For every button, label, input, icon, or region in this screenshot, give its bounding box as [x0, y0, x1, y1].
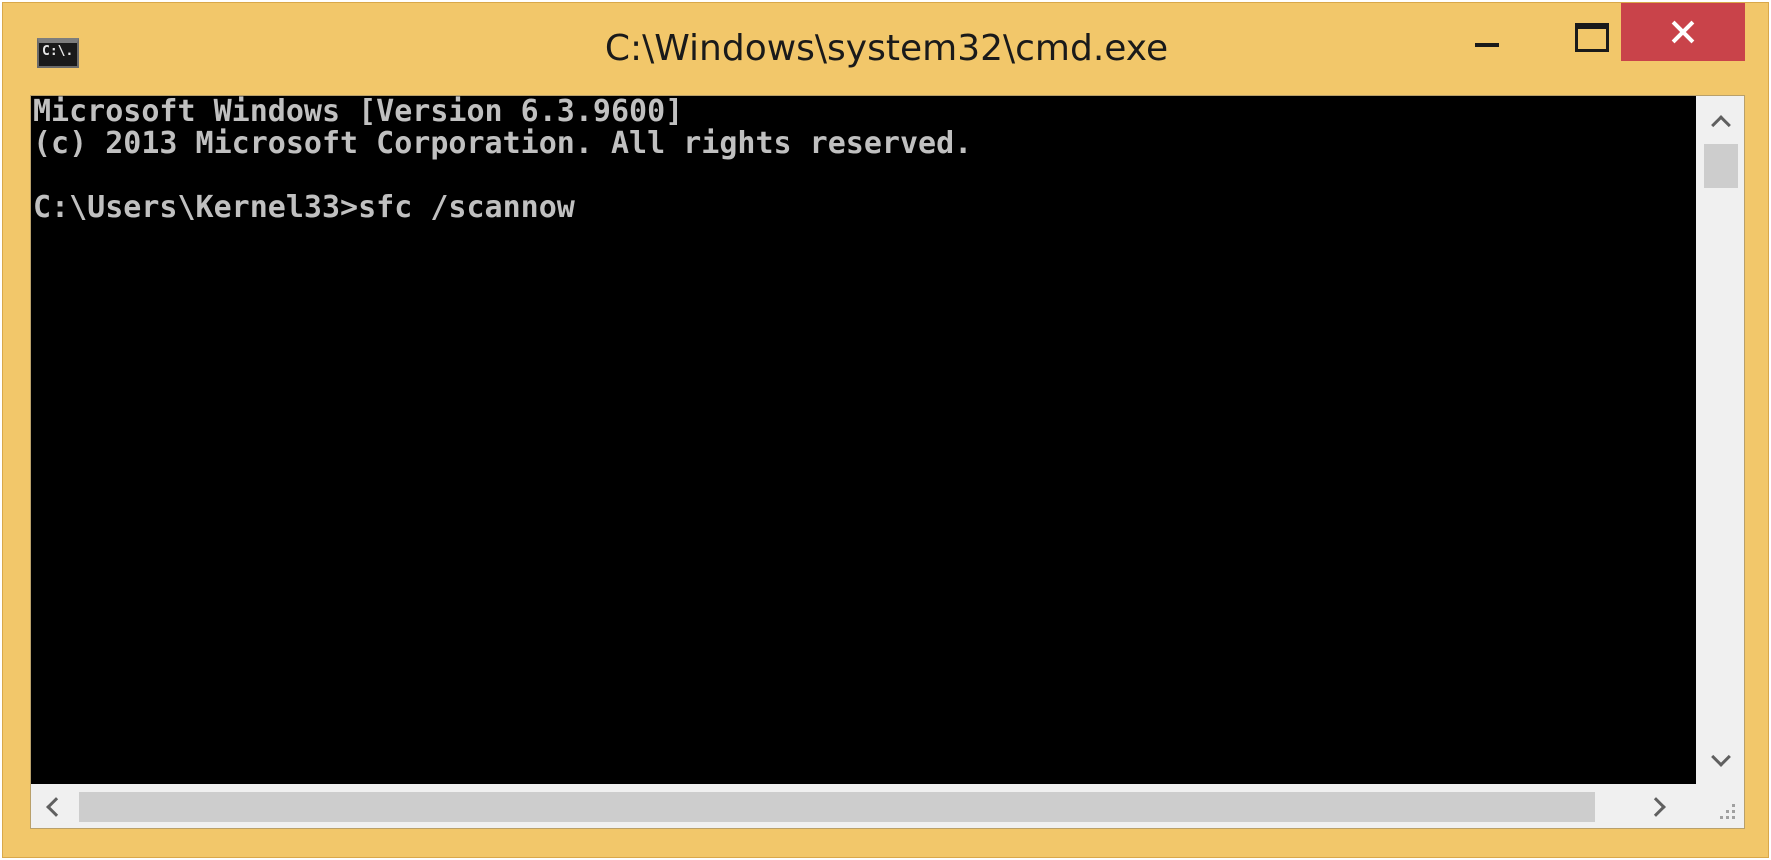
cmd-window: C:\. C:\Windows\system32\cmd.exe Microso… [2, 2, 1769, 858]
chevron-down-icon[interactable] [1711, 747, 1731, 767]
console-client-area: Microsoft Windows [Version 6.3.9600] (c)… [30, 95, 1745, 829]
chevron-left-icon[interactable] [46, 797, 66, 817]
grip-dot [1726, 810, 1729, 813]
grip-dot [1732, 810, 1735, 813]
console-line-version: Microsoft Windows [Version 6.3.9600] [33, 96, 684, 129]
console-line-command: C:\Users\Kernel33>sfc /scannow [33, 190, 575, 225]
vertical-scrollbar[interactable] [1696, 96, 1744, 784]
console-line-copyright: (c) 2013 Microsoft Corporation. All righ… [33, 126, 973, 161]
maximize-button[interactable] [1551, 3, 1623, 61]
resize-grip-icon[interactable] [1696, 784, 1744, 828]
horizontal-scrollbar[interactable] [31, 784, 1696, 828]
vertical-scroll-thumb[interactable] [1704, 144, 1738, 188]
minimize-button[interactable] [1451, 3, 1521, 61]
chevron-right-icon[interactable] [1646, 797, 1666, 817]
grip-dot [1732, 816, 1735, 819]
grip-dot [1720, 816, 1723, 819]
console-output[interactable]: Microsoft Windows [Version 6.3.9600] (c)… [31, 96, 1696, 784]
grip-dot [1732, 804, 1735, 807]
grip-dot [1726, 816, 1729, 819]
chevron-up-icon[interactable] [1711, 115, 1731, 135]
title-bar[interactable]: C:\. C:\Windows\system32\cmd.exe [3, 3, 1768, 95]
close-button[interactable] [1621, 3, 1745, 61]
horizontal-scroll-thumb[interactable] [79, 792, 1595, 822]
